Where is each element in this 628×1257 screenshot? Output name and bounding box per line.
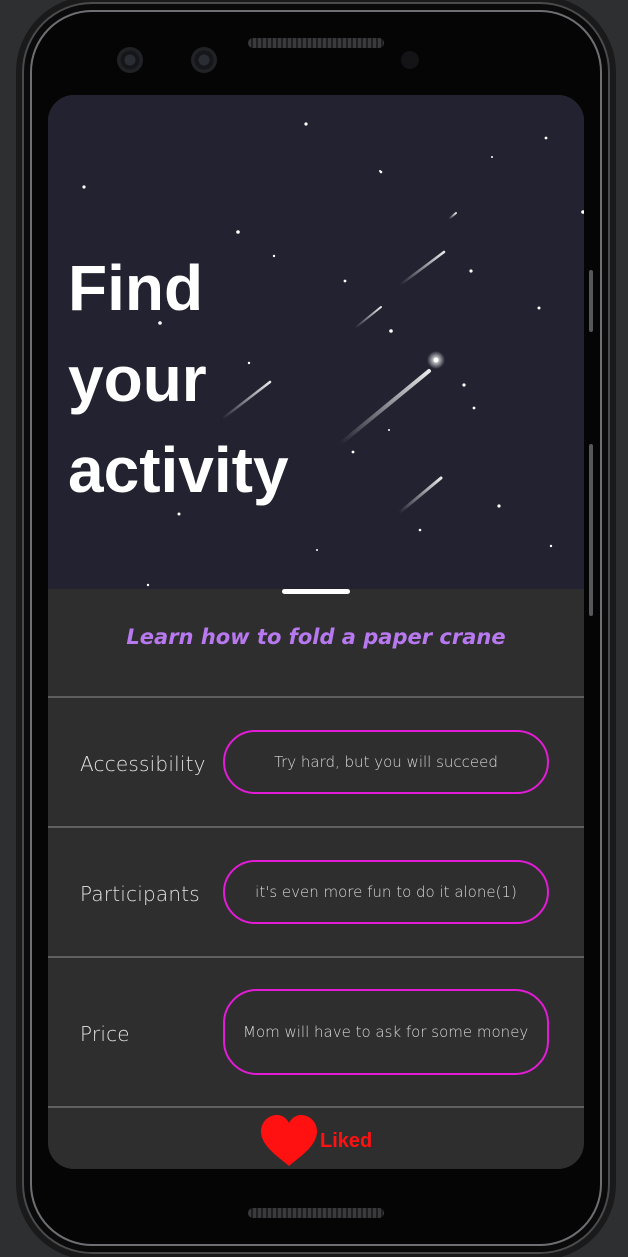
divider [48, 696, 584, 698]
participants-value: it's even more fun to do it alone(1) [223, 860, 549, 924]
accessibility-label: Accessibility [80, 752, 206, 776]
sheet-drag-handle[interactable] [282, 589, 350, 594]
page-title: Find your activity [68, 252, 289, 506]
front-camera-icon [117, 47, 143, 73]
app-screen: Find your activity Learn how to fold a p… [48, 95, 584, 1169]
front-camera-icon [191, 47, 217, 73]
price-value: Mom will have to ask for some money [223, 989, 549, 1075]
activity-title: Learn how to fold a paper crane [126, 625, 506, 649]
heart-icon [260, 1115, 318, 1166]
volume-button [589, 270, 593, 332]
power-button [589, 444, 593, 616]
divider [48, 826, 584, 828]
divider [48, 1106, 584, 1108]
hero-banner: Find your activity [48, 95, 584, 589]
price-label: Price [80, 1022, 130, 1046]
participants-label: Participants [80, 882, 200, 906]
divider [48, 956, 584, 958]
bottom-speaker [248, 1208, 384, 1218]
accessibility-value: Try hard, but you will succeed [223, 730, 549, 794]
like-label: Liked [320, 1129, 373, 1152]
top-speaker [248, 38, 384, 48]
proximity-sensor [401, 51, 419, 69]
phone-frame: Find your activity Learn how to fold a p… [22, 2, 610, 1254]
like-button[interactable]: Liked [260, 1115, 372, 1167]
